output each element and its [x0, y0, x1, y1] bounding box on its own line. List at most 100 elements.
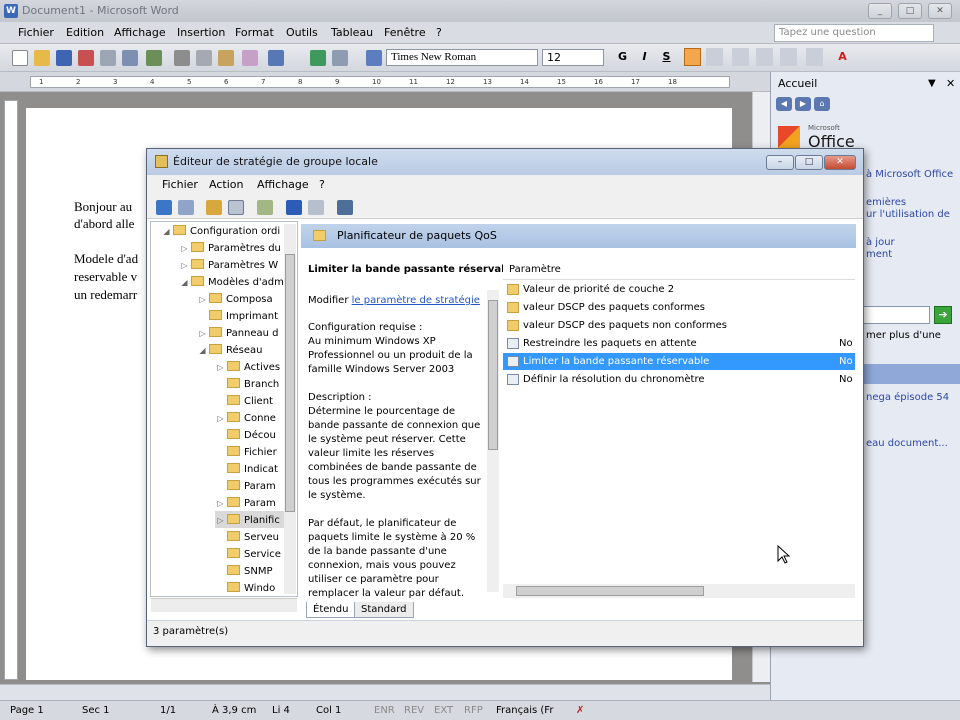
settings-list-header[interactable]: Paramètre	[503, 260, 855, 280]
tree-node[interactable]: Branch	[216, 376, 279, 393]
expand-icon[interactable]: ▷	[198, 325, 207, 342]
tree-node[interactable]: Client	[216, 393, 273, 410]
back-icon[interactable]: ◀	[776, 97, 792, 111]
gpe-filter-icon[interactable]	[337, 200, 353, 215]
home-icon[interactable]: ⌂	[814, 97, 830, 111]
list-scroll-thumb[interactable]	[516, 586, 704, 596]
tab-standard[interactable]: Standard	[354, 602, 414, 618]
expand-icon[interactable]: ▷	[216, 359, 225, 376]
expand-icon[interactable]: ◢	[162, 223, 171, 240]
task-pane-dropdown-icon[interactable]: ▼	[928, 78, 936, 89]
maximize-button[interactable]: □	[898, 3, 922, 19]
align-left-button[interactable]	[684, 48, 701, 66]
tree-node[interactable]: ▷ Panneau d	[198, 325, 279, 342]
close-button[interactable]: ✕	[928, 3, 952, 19]
setting-row[interactable]: Limiter la bande passante réservable No	[503, 353, 855, 370]
new-document-icon[interactable]	[12, 50, 28, 66]
tree-node[interactable]: ▷ Conne	[216, 410, 276, 427]
tree-node[interactable]: ◢ Modèles d'adm	[180, 274, 284, 291]
border-button[interactable]	[806, 48, 823, 66]
tree-horizontal-scrollbar[interactable]	[151, 598, 297, 612]
pane-link-1[interactable]: à Microsoft Office	[866, 169, 953, 180]
menu-insertion[interactable]: Insertion	[177, 26, 225, 39]
status-mode-rev[interactable]: REV	[404, 705, 424, 716]
gpe-show-tree-icon[interactable]	[228, 200, 244, 215]
tree-node[interactable]: ▷ Paramètres du	[180, 240, 281, 257]
menu-fichier[interactable]: Fichier	[18, 26, 54, 39]
tab-etendu[interactable]: Étendu	[306, 602, 356, 618]
tree-node[interactable]: SNMP	[216, 563, 273, 580]
pane-link-3[interactable]: ur l'utilisation de	[866, 209, 950, 220]
tree-node[interactable]: ▷ Actives	[216, 359, 280, 376]
tree-node[interactable]: ▷ Paramètres W	[180, 257, 278, 274]
tree-node[interactable]: Fichier	[216, 444, 277, 461]
save-icon[interactable]	[56, 50, 72, 66]
task-pane-close-icon[interactable]: ✕	[946, 77, 955, 90]
setting-row[interactable]: Valeur de priorité de couche 2	[503, 281, 855, 298]
menu-help[interactable]: ?	[436, 26, 442, 39]
gpe-close-button[interactable]: ✕	[824, 155, 856, 170]
print-icon[interactable]	[100, 50, 116, 66]
paste-icon[interactable]	[218, 50, 234, 66]
copy-icon[interactable]	[196, 50, 212, 66]
expand-icon[interactable]: ▷	[216, 410, 225, 427]
tree-node[interactable]: ▷ Composa	[198, 291, 273, 308]
cut-icon[interactable]	[174, 50, 190, 66]
modify-policy-link[interactable]: le paramètre de stratégie	[352, 295, 480, 306]
table-icon[interactable]	[332, 50, 348, 66]
setting-row[interactable]: Définir la résolution du chronomètre No	[503, 371, 855, 388]
tree-node[interactable]: ◢ Réseau	[198, 342, 262, 359]
pane-link-2[interactable]: emières	[866, 197, 906, 208]
forward-icon[interactable]: ▶	[795, 97, 811, 111]
menu-outils[interactable]: Outils	[286, 26, 318, 39]
gpe-export-icon[interactable]	[257, 200, 273, 215]
gpe-menu-help[interactable]: ?	[319, 178, 325, 191]
gpe-menu-affichage[interactable]: Affichage	[257, 178, 309, 191]
numbering-button[interactable]	[732, 48, 749, 66]
bold-button[interactable]: G	[614, 48, 631, 66]
pane-link-6[interactable]: nega épisode 54	[866, 392, 949, 403]
setting-row[interactable]: Restreindre les paquets en attente No	[503, 335, 855, 352]
expand-icon[interactable]: ▷	[180, 257, 189, 274]
gpe-up-icon[interactable]	[206, 200, 222, 215]
tree-node[interactable]: ▷ Param	[216, 495, 276, 512]
hyperlink-icon[interactable]	[310, 50, 326, 66]
pane-search-input[interactable]	[862, 306, 930, 324]
tree-node[interactable]: Décou	[216, 427, 276, 444]
status-mode-enr[interactable]: ENR	[374, 705, 395, 716]
pane-link-5[interactable]: ment	[866, 249, 892, 260]
menu-tableau[interactable]: Tableau	[331, 26, 373, 39]
tree-node[interactable]: Serveu	[216, 529, 279, 546]
print-preview-icon[interactable]	[122, 50, 138, 66]
spelling-icon[interactable]	[146, 50, 162, 66]
pane-search-go-button[interactable]: ➔	[934, 306, 952, 324]
ask-question-input[interactable]: Tapez une question	[774, 24, 934, 42]
tree-node[interactable]: Windo	[216, 580, 275, 597]
tree-node[interactable]: ◢ Configuration ordi	[162, 223, 280, 240]
permission-icon[interactable]	[78, 50, 94, 66]
expand-icon[interactable]: ◢	[180, 274, 189, 291]
expand-icon[interactable]: ▷	[216, 512, 225, 529]
status-mode-ext[interactable]: EXT	[434, 705, 453, 716]
gpe-menu-action[interactable]: Action	[209, 178, 243, 191]
setting-row[interactable]: valeur DSCP des paquets conformes	[503, 299, 855, 316]
tree-node[interactable]: Indicat	[216, 461, 278, 478]
format-painter-icon[interactable]	[242, 50, 258, 66]
pane-link-4[interactable]: à jour	[866, 237, 895, 248]
indent-button[interactable]	[780, 48, 797, 66]
document-horizontal-scrollbar[interactable]	[0, 684, 770, 700]
setting-row[interactable]: valeur DSCP des paquets non conformes	[503, 317, 855, 334]
undo-icon[interactable]	[268, 50, 284, 66]
justify-button[interactable]	[706, 48, 723, 66]
tree-node[interactable]: Param	[216, 478, 276, 495]
expand-icon[interactable]: ▷	[198, 291, 207, 308]
font-color-button[interactable]: A	[834, 48, 851, 66]
expand-icon[interactable]: ▷	[216, 495, 225, 512]
gpe-minimize-button[interactable]: –	[766, 155, 794, 170]
gpe-menu-fichier[interactable]: Fichier	[162, 178, 198, 191]
gpe-help-icon[interactable]	[286, 200, 302, 215]
tree-node[interactable]: Service	[216, 546, 281, 563]
menu-fenetre[interactable]: Fenêtre	[384, 26, 426, 39]
tree-node[interactable]: ▷ Planific	[216, 512, 280, 529]
font-name-select[interactable]: Times New Roman	[386, 49, 538, 66]
